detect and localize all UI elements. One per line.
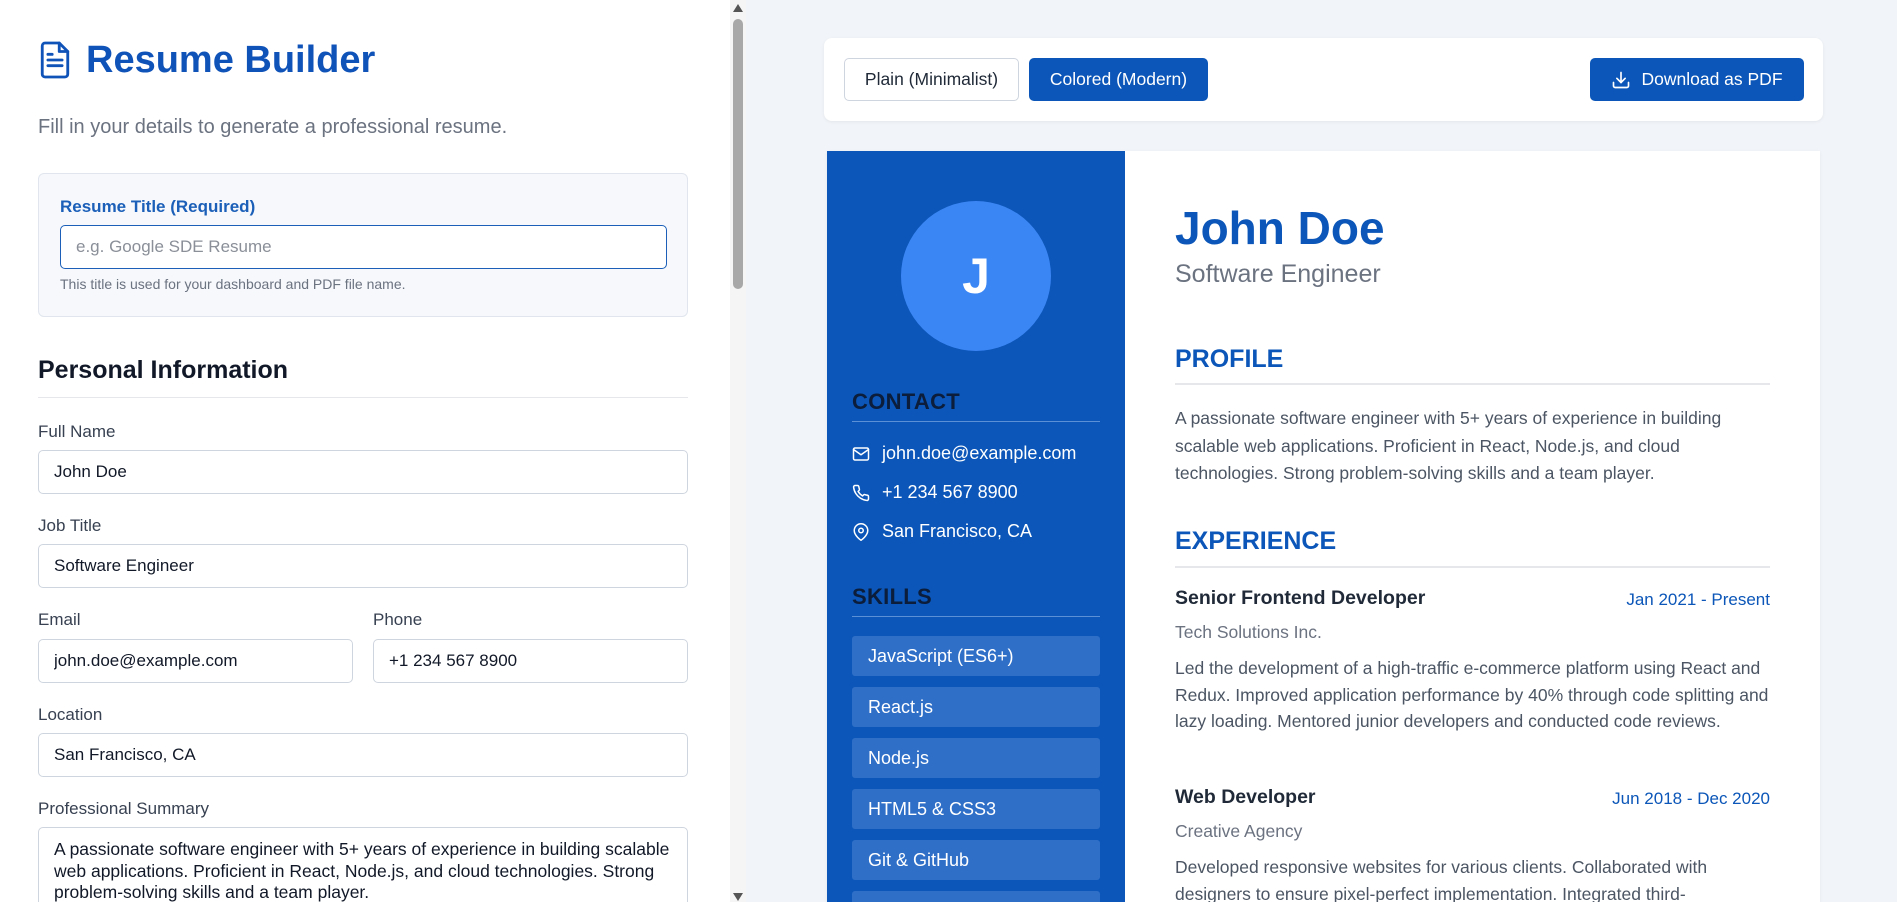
experience-divider (1175, 566, 1770, 568)
contact-location-text: San Francisco, CA (882, 521, 1033, 541)
download-pdf-button[interactable]: Download as PDF (1590, 58, 1804, 101)
contact-phone: +1 234 567 8900 (852, 482, 1018, 503)
experience-title: Senior Frontend Developer (1175, 587, 1426, 609)
phone-icon (852, 484, 870, 501)
experience-company: Tech Solutions Inc. (1175, 622, 1322, 642)
template-toolbar: Plain (Minimalist) Colored (Modern) Down… (824, 38, 1823, 121)
experience-dates: Jun 2018 - Dec 2020 (1612, 789, 1770, 808)
experience-company: Creative Agency (1175, 821, 1303, 841)
experience-title: Web Developer (1175, 786, 1316, 808)
plain-template-button[interactable]: Plain (Minimalist) (844, 58, 1019, 101)
contact-email-text: john.doe@example.com (882, 443, 1077, 463)
resume-sidebar: J CONTACT john.doe@example.com +1 234 56… (827, 151, 1125, 902)
download-icon (1613, 71, 1630, 88)
scroll-down-icon[interactable] (733, 893, 743, 901)
job-title-label: Job Title (38, 516, 102, 535)
resume-title-card: Resume Title (Required) This title is us… (38, 173, 688, 317)
resume-job-title: Software Engineer (1175, 260, 1381, 288)
personal-info-heading: Personal Information (38, 356, 289, 384)
summary-textarea[interactable]: A passionate software engineer with 5+ y… (38, 827, 688, 902)
contact-email: john.doe@example.com (852, 443, 1076, 464)
skill-chip: Git & GitHub (852, 840, 1100, 880)
contact-phone-text: +1 234 567 8900 (882, 482, 1018, 502)
app-header: Resume Builder (38, 36, 375, 84)
email-label: Email (38, 610, 81, 629)
skills-divider (852, 616, 1100, 617)
profile-heading: PROFILE (1175, 345, 1284, 373)
contact-divider (852, 421, 1100, 422)
experience-description: Developed responsive websites for variou… (1175, 857, 1708, 902)
profile-text: A passionate software engineer with 5+ y… (1175, 408, 1722, 483)
skill-chip-overflow (852, 891, 1100, 902)
job-title-input[interactable] (38, 544, 688, 588)
full-name-label: Full Name (38, 422, 116, 441)
app-subtitle: Fill in your details to generate a profe… (38, 116, 508, 138)
resume-title-input[interactable] (60, 225, 667, 269)
editor-scrollbar[interactable] (730, 0, 746, 902)
experience-heading: EXPERIENCE (1175, 527, 1337, 555)
skill-chip: HTML5 & CSS3 (852, 789, 1100, 829)
resume-preview: J CONTACT john.doe@example.com +1 234 56… (827, 151, 1820, 902)
contact-location: San Francisco, CA (852, 521, 1032, 542)
resume-title-label: Resume Title (Required) (60, 197, 256, 216)
download-pdf-label: Download as PDF (1641, 69, 1783, 89)
resume-name: John Doe (1175, 202, 1385, 254)
document-icon (40, 41, 70, 79)
scrollbar-thumb[interactable] (733, 19, 743, 289)
avatar: J (901, 201, 1051, 351)
summary-label: Professional Summary (38, 799, 210, 818)
location-label: Location (38, 705, 103, 724)
phone-label: Phone (373, 610, 423, 629)
experience-description: Led the development of a high-traffic e-… (1175, 658, 1769, 731)
scroll-up-icon[interactable] (733, 4, 743, 12)
location-input[interactable] (38, 733, 688, 777)
app-title: Resume Builder (86, 38, 376, 81)
phone-input[interactable] (373, 639, 688, 683)
editor-panel: Resume Builder Fill in your details to g… (0, 0, 746, 902)
mail-icon (852, 446, 870, 461)
skill-chip: Node.js (852, 738, 1100, 778)
map-pin-icon (853, 522, 869, 541)
experience-dates: Jan 2021 - Present (1626, 590, 1770, 609)
skill-chip: JavaScript (ES6+) (852, 636, 1100, 676)
colored-template-button[interactable]: Colored (Modern) (1029, 58, 1208, 101)
resume-title-hint: This title is used for your dashboard an… (60, 276, 406, 292)
email-input[interactable] (38, 639, 353, 683)
skill-chip: React.js (852, 687, 1100, 727)
full-name-input[interactable] (38, 450, 688, 494)
profile-divider (1175, 383, 1770, 385)
section-divider (38, 397, 688, 398)
skills-heading: SKILLS (852, 584, 933, 609)
contact-heading: CONTACT (852, 389, 961, 414)
